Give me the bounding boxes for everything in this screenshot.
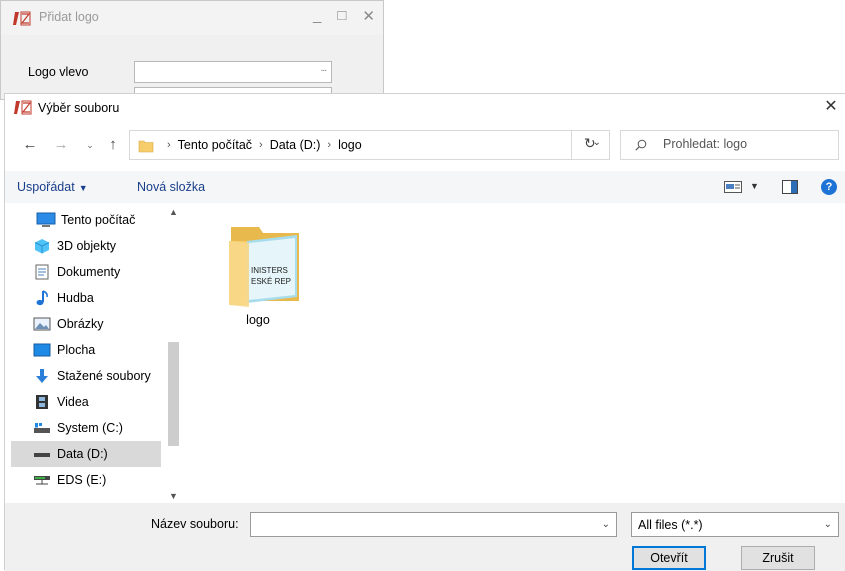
computer-icon [35,211,57,229]
organize-button[interactable]: Uspořádat ▼ [17,180,88,194]
sidebar-item-3d-objects[interactable]: 3D objekty [11,233,161,259]
scroll-down-icon[interactable]: ▼ [169,491,178,501]
sidebar-item-label: Data (D:) [57,447,108,461]
folder-name: logo [246,313,270,327]
sidebar-item-label: Plocha [57,343,96,357]
sidebar-item-desktop[interactable]: Plocha [11,337,161,363]
help-icon[interactable]: ? [821,179,837,195]
cancel-button[interactable]: Zrušit [741,546,815,570]
back-arrow-icon[interactable]: ← [21,136,39,154]
app-logo-icon [13,11,31,26]
drive-icon [31,445,53,463]
sidebar-item-label: System (C:) [57,421,123,435]
sidebar-item-eds-e[interactable]: EDS (E:) [11,467,161,493]
search-box[interactable] [620,130,839,160]
dialog-footer: Název souboru: ⌄ All files (*.*) ⌄ Otevř… [5,503,845,571]
filename-label: Název souboru: [151,517,239,531]
folder-thumbnail-icon: INISTERS ESKÉ REP [229,227,299,307]
chevron-down-icon: ▼ [78,183,88,193]
folder-item[interactable]: INISTERS ESKÉ REP logo [213,217,303,327]
music-icon [31,289,53,307]
new-folder-button[interactable]: Nová složka [137,180,205,194]
file-dialog: Výběr souboru ✕ ← → ⌄ ↑ › Tento počítač … [4,93,845,571]
open-button[interactable]: Otevřít [632,546,706,570]
system-drive-icon [31,419,53,437]
filetype-select[interactable]: All files (*.*) ⌄ [631,512,839,537]
thumb-text: INISTERS [251,266,288,275]
app-logo-icon [14,100,32,115]
sidebar-item-downloads[interactable]: Stažené soubory [11,363,161,389]
sidebar-item-data-d[interactable]: Data (D:) [11,441,161,467]
close-icon[interactable]: ✕ [362,7,375,25]
picture-icon [31,315,53,333]
sidebar-item-label: Tento počítač [61,213,136,227]
view-dropdown-icon[interactable]: ▼ [750,181,759,191]
breadcrumb-this-pc[interactable]: Tento počítač [178,138,252,152]
network-drive-icon [31,471,53,489]
minimize-icon[interactable]: _ [313,7,321,25]
sidebar-item-label: Stažené soubory [57,369,151,383]
recent-locations-chevron-icon[interactable]: ⌄ [81,136,99,154]
breadcrumb-separator[interactable]: › [259,139,263,151]
sidebar-item-system-c[interactable]: System (C:) [11,415,161,441]
close-icon[interactable]: ✕ [821,97,841,117]
thumb-text: ESKÉ REP [251,277,291,286]
folder-icon [138,140,154,153]
logo-left-label: Logo vlevo [28,65,89,79]
organize-label: Uspořádat [17,180,75,194]
background-window: Přidat logo _ □ ✕ Logo vlevo ... [0,0,384,101]
sidebar-item-this-pc[interactable]: Tento počítač [11,207,161,233]
command-toolbar: Uspořádat ▼ Nová složka ▼ ? [5,171,845,203]
address-bar[interactable]: › Tento počítač › Data (D:) › logo ⌄ [129,130,610,160]
sidebar-item-pictures[interactable]: Obrázky [11,311,161,337]
sidebar-item-music[interactable]: Hudba [11,285,161,311]
dialog-titlebar[interactable]: Výběr souboru ✕ [5,94,845,120]
search-input[interactable] [663,137,833,151]
navigation-bar: ← → ⌄ ↑ › Tento počítač › Data (D:) › lo… [5,128,845,162]
chevron-down-icon[interactable]: ⌄ [602,519,610,530]
forward-arrow-icon[interactable]: → [52,136,70,154]
sidebar-item-videos[interactable]: Videa [11,389,161,415]
breadcrumb: › Tento počítač › Data (D:) › logo [160,138,362,152]
document-icon [31,263,53,281]
breadcrumb-logo[interactable]: logo [338,138,362,152]
filetype-value: All files (*.*) [638,518,703,532]
chevron-down-icon[interactable]: ⌄ [824,519,832,530]
breadcrumb-separator: › [167,139,171,151]
maximize-icon[interactable]: □ [337,7,346,25]
breadcrumb-separator[interactable]: › [327,139,331,151]
refresh-button[interactable]: ↻ [571,130,610,160]
cube-icon [31,237,53,255]
navigation-pane: Tento počítač 3D objekty Dokumenty Hudba [5,207,185,503]
sidebar-item-label: Hudba [57,291,94,305]
filename-input[interactable] [255,517,585,531]
sidebar-scrollbar[interactable]: ▲ ▼ [165,207,182,503]
sidebar-item-documents[interactable]: Dokumenty [11,259,161,285]
view-options-icon[interactable] [724,181,742,193]
refresh-icon[interactable]: ↻ [584,135,596,152]
up-arrow-icon[interactable]: ↑ [104,136,122,154]
preview-pane-icon[interactable] [782,180,798,194]
download-icon [31,367,53,385]
search-icon [635,139,647,151]
filename-combobox[interactable]: ⌄ [250,512,617,537]
dialog-title: Výběr souboru [38,101,120,115]
sidebar-item-label: 3D objekty [57,239,117,253]
background-window-title: Přidat logo [39,10,99,24]
scroll-up-icon[interactable]: ▲ [169,207,178,217]
logo-left-input[interactable]: ... [134,61,332,83]
breadcrumb-data-drive[interactable]: Data (D:) [270,138,321,152]
sidebar-item-label: Videa [57,395,89,409]
background-titlebar[interactable]: Přidat logo _ □ ✕ [1,1,383,35]
sidebar-item-label: Obrázky [57,317,104,331]
sidebar-item-label: EDS (E:) [57,473,107,487]
video-icon [31,393,53,411]
desktop-icon [31,341,53,359]
scrollbar-thumb[interactable] [168,342,179,446]
file-list: INISTERS ESKÉ REP logo [185,207,840,503]
sidebar-item-label: Dokumenty [57,265,121,279]
browse-ellipsis-button[interactable]: ... [321,63,327,74]
